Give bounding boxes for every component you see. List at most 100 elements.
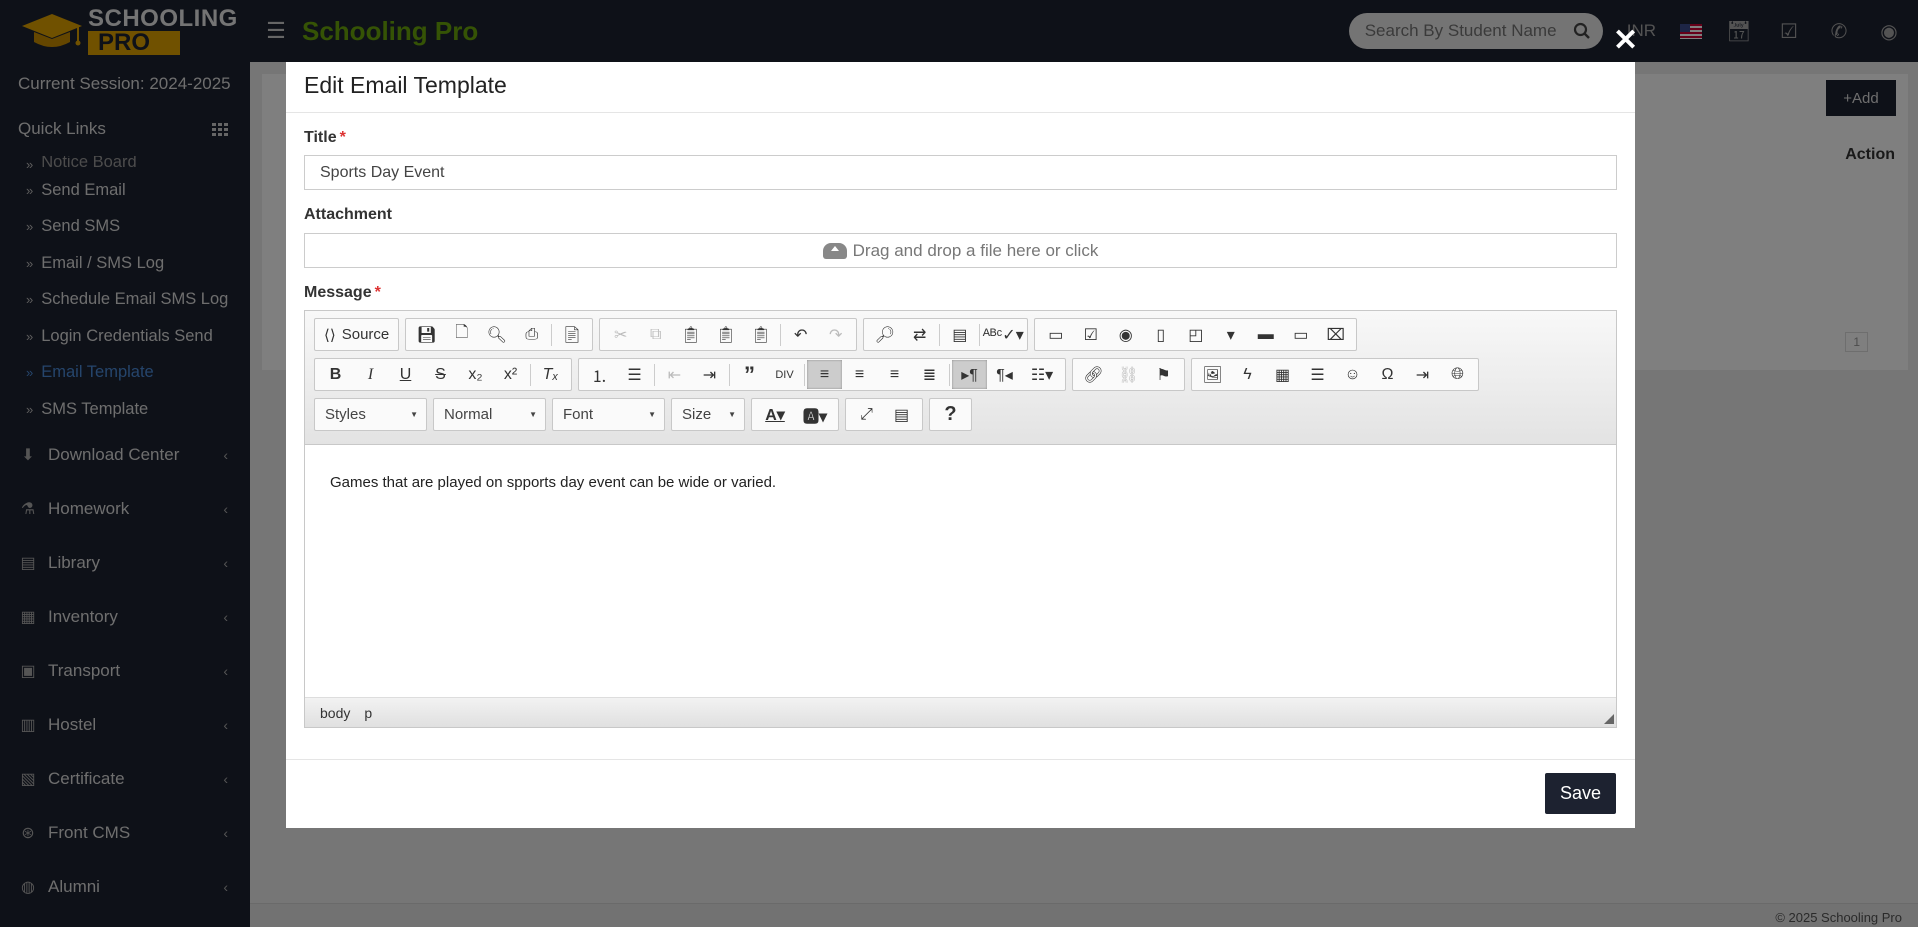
attachment-dropzone[interactable]: Drag and drop a file here or click — [304, 233, 1617, 268]
text-color-icon[interactable]: A▾ — [755, 400, 795, 429]
modal-title: Edit Email Template — [286, 62, 1635, 113]
select-all-icon[interactable]: ▤ — [942, 320, 977, 349]
caret-down-icon: ▼ — [529, 410, 537, 419]
toolbar-separator — [804, 363, 805, 386]
checkbox-icon[interactable]: ☑ — [1073, 320, 1108, 349]
align-right-icon[interactable]: ≡ — [877, 360, 912, 389]
resize-handle-icon[interactable] — [1604, 714, 1614, 724]
spellcheck-icon[interactable]: ᴬᴮᶜ✓▾ — [982, 320, 1024, 349]
smiley-icon[interactable]: ☺ — [1335, 360, 1370, 389]
strikethrough-icon[interactable]: S — [423, 360, 458, 389]
background-color-icon[interactable]: 🅰︎▾ — [795, 400, 835, 429]
save-icon[interactable]: 💾︎ — [409, 320, 444, 349]
preview-icon[interactable]: 🔍︎ — [479, 320, 514, 349]
flash-icon[interactable]: ϟ — [1230, 360, 1265, 389]
new-page-icon[interactable]: 🗋 — [444, 320, 479, 349]
editor-path-bar: body p — [305, 697, 1616, 727]
outdent-icon[interactable]: ⇤ — [657, 360, 692, 389]
hidden-field-icon[interactable]: ⌧ — [1318, 320, 1353, 349]
maximize-icon[interactable]: ⤢ — [849, 400, 884, 429]
blockquote-icon[interactable]: ” — [732, 360, 767, 389]
caret-down-icon: ▼ — [648, 410, 656, 419]
numbered-list-icon[interactable]: ⒈ — [582, 360, 617, 389]
align-center-icon[interactable]: ≡ — [842, 360, 877, 389]
font-dropdown[interactable]: Font ▼ — [552, 398, 665, 431]
paste-word-icon[interactable]: 📋︎ — [743, 320, 778, 349]
path-element-body[interactable]: body — [320, 705, 350, 721]
justify-icon[interactable]: ≣ — [912, 360, 947, 389]
attachment-label: Attachment — [304, 206, 393, 223]
image-icon[interactable]: 🖼︎ — [1195, 360, 1230, 389]
paste-text-icon[interactable]: 📋︎ — [708, 320, 743, 349]
italic-icon[interactable]: I — [353, 360, 388, 389]
source-button-label: Source — [341, 326, 390, 343]
format-dropdown-label: Normal — [444, 406, 493, 423]
button-field-icon[interactable]: ▬ — [1248, 320, 1283, 349]
image-button-icon[interactable]: ▭ — [1283, 320, 1318, 349]
superscript-icon[interactable]: x² — [493, 360, 528, 389]
unlink-icon[interactable]: ⛓ — [1111, 360, 1146, 389]
bulleted-list-icon[interactable]: ☰ — [617, 360, 652, 389]
editor-content-area[interactable]: Games that are played on spports day eve… — [305, 445, 1616, 697]
remove-format-icon[interactable]: Tₓ — [533, 360, 568, 389]
editor-paragraph[interactable]: Games that are played on spports day eve… — [330, 474, 1591, 491]
editor-toolbar: ⟨⟩Source 💾︎ 🗋 🔍︎ ⎙ 📄︎ ✂ ⧉ 📋︎ � — [305, 311, 1616, 445]
language-icon[interactable]: ☷▾ — [1022, 360, 1062, 389]
text-direction-rtl-icon[interactable]: ¶◂ — [987, 360, 1022, 389]
message-label: Message * — [304, 284, 1617, 306]
toolbar-separator — [979, 323, 981, 346]
modal-footer: Save — [286, 759, 1635, 828]
styles-dropdown[interactable]: Styles ▼ — [314, 398, 427, 431]
toolbar-separator — [729, 363, 730, 386]
toolbar-separator — [949, 363, 950, 386]
paste-icon[interactable]: 📋︎ — [673, 320, 708, 349]
form-icon[interactable]: ▭ — [1038, 320, 1073, 349]
required-asterisk: * — [374, 284, 381, 301]
title-input[interactable]: Sports Day Event — [304, 155, 1617, 190]
align-left-icon[interactable]: ≡ — [807, 360, 842, 389]
cut-icon[interactable]: ✂ — [603, 320, 638, 349]
source-button[interactable]: ⟨⟩ Source — [318, 320, 395, 349]
source-icon: ⟨⟩ — [324, 326, 336, 344]
save-button[interactable]: Save — [1545, 773, 1616, 814]
dropzone-text: Drag and drop a file here or click — [852, 240, 1099, 260]
page-break-icon[interactable]: ⇥ — [1405, 360, 1440, 389]
special-char-icon[interactable]: Ω — [1370, 360, 1405, 389]
help-icon[interactable]: ? — [933, 400, 968, 429]
anchor-flag-icon[interactable]: ⚑ — [1146, 360, 1181, 389]
undo-icon[interactable]: ↶ — [783, 320, 818, 349]
underline-icon[interactable]: U — [388, 360, 423, 389]
show-blocks-icon[interactable]: ▤ — [884, 400, 919, 429]
title-label-text: Title — [304, 129, 337, 146]
find-icon[interactable]: 🔎︎ — [867, 320, 902, 349]
textarea-icon[interactable]: ◰ — [1178, 320, 1213, 349]
textfield-icon[interactable]: ▯ — [1143, 320, 1178, 349]
toolbar-separator — [654, 363, 655, 386]
replace-icon[interactable]: ⇄ — [902, 320, 937, 349]
size-dropdown[interactable]: Size ▼ — [671, 398, 745, 431]
caret-down-icon: ▼ — [728, 410, 736, 419]
path-element-p[interactable]: p — [364, 705, 372, 721]
templates-icon[interactable]: 📄︎ — [554, 320, 589, 349]
bold-icon[interactable]: B — [318, 360, 353, 389]
print-icon[interactable]: ⎙ — [514, 320, 549, 349]
iframe-globe-icon[interactable]: 🌐︎ — [1440, 360, 1475, 389]
text-direction-ltr-icon[interactable]: ▸¶ — [952, 360, 987, 389]
copy-icon[interactable]: ⧉ — [638, 320, 673, 349]
rich-text-editor: ⟨⟩Source 💾︎ 🗋 🔍︎ ⎙ 📄︎ ✂ ⧉ 📋︎ � — [304, 310, 1617, 728]
subscript-icon[interactable]: x₂ — [458, 360, 493, 389]
format-dropdown[interactable]: Normal ▼ — [433, 398, 546, 431]
horizontal-line-icon[interactable]: ☰ — [1300, 360, 1335, 389]
select-field-icon[interactable]: ▾ — [1213, 320, 1248, 349]
table-icon[interactable]: ▦ — [1265, 360, 1300, 389]
indent-icon[interactable]: ⇥ — [692, 360, 727, 389]
toolbar-separator — [530, 363, 531, 386]
create-div-icon[interactable]: DIV — [767, 360, 802, 389]
cloud-upload-icon — [822, 242, 847, 259]
title-label: Title * — [304, 129, 1617, 151]
link-icon[interactable]: 🔗︎ — [1076, 360, 1111, 389]
close-icon[interactable]: ✕ — [1613, 26, 1638, 56]
required-asterisk: * — [339, 129, 346, 146]
radio-icon[interactable]: ◉ — [1108, 320, 1143, 349]
redo-icon[interactable]: ↷ — [818, 320, 853, 349]
